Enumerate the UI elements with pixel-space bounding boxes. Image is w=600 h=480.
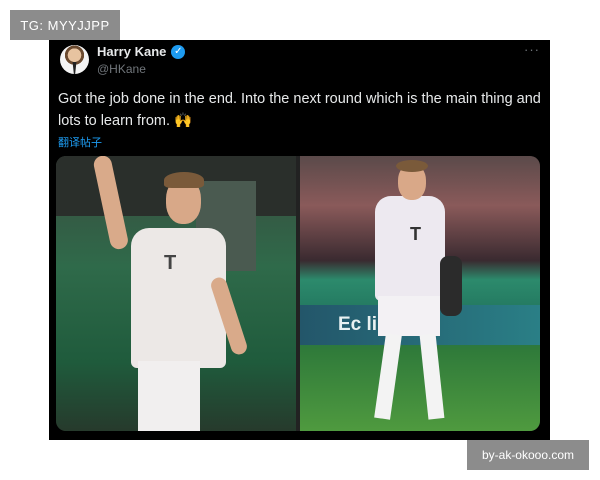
right-player-shorts [378, 296, 440, 336]
user-handle[interactable]: @HKane [97, 62, 146, 76]
right-player-right-leg [419, 333, 445, 420]
translate-link[interactable]: 翻译帖子 [58, 134, 102, 150]
author-name-row: Harry Kane ✓ [97, 44, 186, 59]
avatar[interactable] [60, 45, 89, 74]
right-jersey-logo: T [410, 224, 421, 244]
media-grid: T Ec limit T [56, 156, 540, 431]
watermark-top-left: TG: MYYJJPP [10, 10, 120, 40]
tweet-text: Got the job done in the end. Into the ne… [58, 91, 541, 129]
background-player [440, 256, 462, 316]
left-jersey-logo: T [164, 252, 177, 274]
right-photo[interactable]: Ec limit T [300, 156, 540, 431]
right-player-jersey [375, 196, 445, 301]
right-player-hair [396, 160, 428, 172]
left-player-shorts [138, 361, 200, 431]
verified-badge-icon: ✓ [171, 44, 186, 59]
display-name[interactable]: Harry Kane [97, 44, 166, 59]
more-options-icon[interactable]: ··· [524, 42, 540, 57]
watermark-bottom-right: by-ak-okooo.com [467, 440, 589, 470]
left-player-hair [164, 172, 204, 188]
right-player-left-leg [374, 333, 402, 420]
tweet-card: Harry Kane ✓ @HKane ··· Got the job done… [49, 40, 550, 440]
left-player-jersey [131, 228, 226, 368]
left-photo[interactable]: T [56, 156, 296, 431]
